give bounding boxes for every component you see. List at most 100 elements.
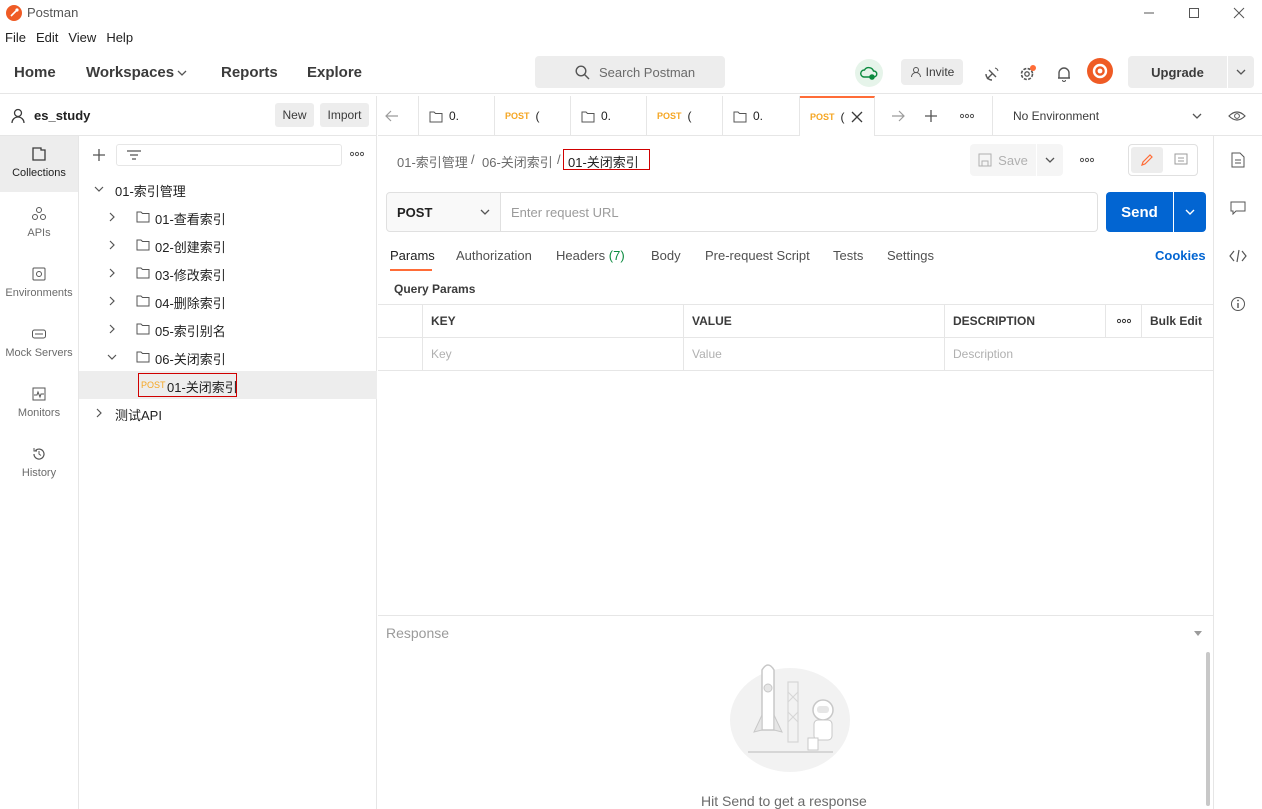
app-header: Home Workspaces Reports Explore Search P… [0,52,1262,94]
tab-tests[interactable]: Tests [833,248,863,263]
sidebar-item-collections[interactable]: Collections [0,136,78,192]
tab-body[interactable]: Body [651,248,681,263]
folder-name: 02-创建索引 [155,240,226,255]
menu-file[interactable]: File [0,28,31,48]
nav-explore[interactable]: Explore [307,64,362,81]
method-select[interactable]: POST [386,192,501,232]
workspace-name[interactable]: es_study [34,108,90,123]
notifications-bell-icon[interactable] [1052,62,1076,86]
tab-authorization[interactable]: Authorization [456,248,532,263]
chevron-down-icon [479,207,491,217]
folder-item[interactable]: 03-修改索引 [79,259,377,287]
table-more-options[interactable] [1106,305,1142,338]
more-options-icon[interactable] [960,113,974,119]
sidebar-item-history[interactable]: History [0,436,78,492]
documentation-icon[interactable] [1228,150,1248,170]
eye-icon[interactable] [1228,109,1246,123]
tab-prerequest-script[interactable]: Pre-request Script [705,248,810,263]
sidebar-item-monitors[interactable]: Monitors [0,376,78,432]
save-button[interactable]: Save [970,144,1036,176]
settings-gear-icon[interactable] [1015,62,1039,86]
tab-folder[interactable]: 0. [723,96,800,136]
info-icon[interactable] [1228,294,1248,314]
collection-item[interactable]: 01-索引管理 [79,175,377,203]
tab-request[interactable]: POST ( [647,96,723,136]
tab-request[interactable]: POST ( [495,96,571,136]
environment-label: No Environment [1013,109,1100,123]
arrow-left-icon[interactable] [385,109,399,123]
folder-item[interactable]: 06-关闭索引 [79,343,377,371]
minimize-button[interactable] [1126,0,1171,26]
folder-item[interactable]: 01-查看索引 [79,203,377,231]
search-bar[interactable]: Search Postman [535,56,725,88]
invite-button[interactable]: Invite [901,59,963,85]
tab-settings[interactable]: Settings [887,248,934,263]
new-tab-plus-icon[interactable] [924,109,938,123]
request-title[interactable]: 01-关闭索引 [568,152,639,171]
nav-home[interactable]: Home [14,64,56,81]
add-icon[interactable] [92,148,106,162]
url-input[interactable]: Enter request URL [501,192,1098,232]
code-icon[interactable] [1228,246,1248,266]
new-button[interactable]: New [275,103,314,127]
satellite-icon[interactable] [980,62,1004,86]
breadcrumb-collection[interactable]: 01-索引管理 [397,152,468,171]
collection-name: 01-索引管理 [115,184,186,199]
comment-icon[interactable] [1167,147,1195,173]
sync-cloud-icon[interactable] [855,59,883,87]
arrow-right-icon[interactable] [891,109,905,123]
folder-icon [136,238,150,251]
more-options-icon[interactable] [1080,157,1094,163]
key-input[interactable]: Key [423,338,684,371]
sidebar-item-apis[interactable]: APIs [0,196,78,252]
close-icon[interactable] [851,111,863,123]
upgrade-dropdown-button[interactable] [1228,56,1254,88]
folder-icon [136,322,150,335]
sidebar-item-mock-servers[interactable]: Mock Servers [0,316,78,372]
tab-request-active[interactable]: POST ( [800,96,875,136]
menu-edit[interactable]: Edit [31,28,63,48]
tab-headers[interactable]: Headers (7) [556,248,625,263]
send-button[interactable]: Send [1106,192,1173,232]
collection-item[interactable]: 测试API [79,399,377,427]
workspace-header: es_study New Import [0,96,377,136]
chevron-right-icon [106,211,118,223]
description-input[interactable]: Description [945,338,1213,371]
edit-pencil-icon[interactable] [1131,147,1163,173]
menu-help[interactable]: Help [101,28,138,48]
tab-folder[interactable]: 0. [571,96,647,136]
comments-icon[interactable] [1228,198,1248,218]
chevron-right-icon [106,267,118,279]
nav-workspaces[interactable]: Workspaces [86,64,174,81]
value-input[interactable]: Value [684,338,945,371]
environment-selector[interactable]: No Environment [992,96,1216,136]
sidebar-label: Collections [12,167,66,179]
postman-logo-icon [6,5,22,21]
folder-item[interactable]: 02-创建索引 [79,231,377,259]
maximize-button[interactable] [1171,0,1216,26]
user-avatar[interactable] [1087,58,1113,84]
nav-reports[interactable]: Reports [221,64,278,81]
import-button[interactable]: Import [320,103,369,127]
collapse-caret-icon[interactable] [1193,630,1203,638]
bulk-edit-button[interactable]: Bulk Edit [1142,305,1213,338]
folder-item[interactable]: 04-删除索引 [79,287,377,315]
filter-input[interactable] [116,144,342,166]
close-window-button[interactable] [1216,0,1261,26]
menu-view[interactable]: View [63,28,101,48]
folder-item[interactable]: 05-索引别名 [79,315,377,343]
tab-folder[interactable]: 0. [418,96,495,136]
chevron-down-icon[interactable] [176,68,188,78]
cookies-link[interactable]: Cookies [1155,248,1206,263]
save-dropdown-button[interactable] [1037,144,1063,176]
send-dropdown-button[interactable] [1174,192,1206,232]
tab-params[interactable]: Params [390,248,435,263]
sidebar-item-environments[interactable]: Environments [0,256,78,312]
scrollbar[interactable] [1206,652,1210,806]
url-placeholder: Enter request URL [511,204,619,220]
more-options-icon[interactable] [350,151,364,157]
request-item[interactable]: POST 01-关闭索引 [79,371,377,399]
upgrade-button[interactable]: Upgrade [1128,56,1227,88]
collections-icon [31,146,47,167]
breadcrumb-folder[interactable]: 06-关闭索引 [482,152,553,171]
